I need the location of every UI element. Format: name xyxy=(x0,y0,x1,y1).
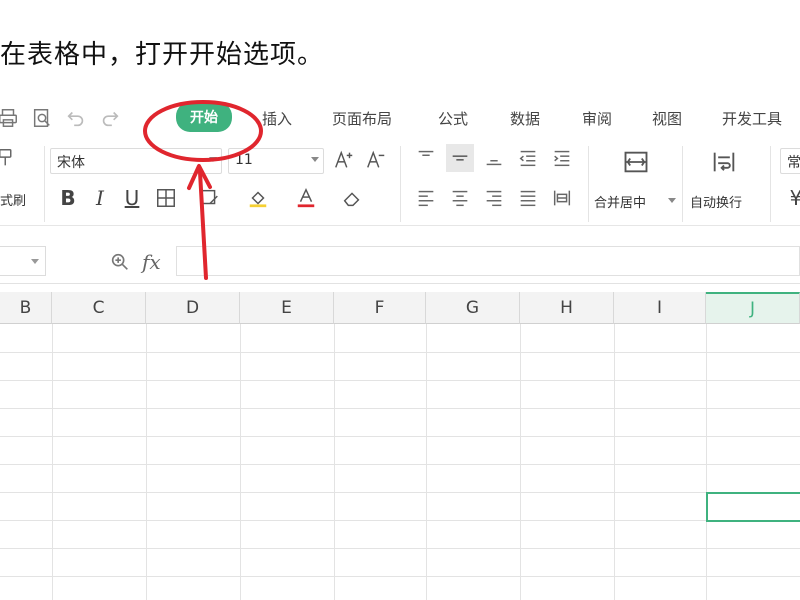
column-header-D[interactable]: D xyxy=(146,292,240,324)
bold-button[interactable]: B xyxy=(54,184,82,212)
number-format-value: 常 xyxy=(787,155,800,171)
ribbon-separator xyxy=(770,146,771,222)
column-header-G[interactable]: G xyxy=(426,292,520,324)
tab-formulas[interactable]: 公式 xyxy=(438,108,468,129)
selected-cell[interactable] xyxy=(706,492,800,522)
tab-view[interactable]: 视图 xyxy=(652,108,682,129)
merge-center-button[interactable]: 合并居中 xyxy=(594,192,646,211)
currency-button[interactable]: ¥ xyxy=(782,184,800,212)
font-name-value: 宋体 xyxy=(57,155,85,171)
align-middle-icon[interactable] xyxy=(446,144,474,172)
font-color-icon[interactable] xyxy=(292,184,320,212)
grid-line xyxy=(0,408,800,409)
grid-line xyxy=(426,324,427,600)
align-center-icon[interactable] xyxy=(446,184,474,212)
redo-icon[interactable] xyxy=(98,106,122,130)
font-size-select[interactable]: 11 xyxy=(228,148,324,174)
print-preview-icon[interactable] xyxy=(30,106,54,130)
number-format-select[interactable]: 常 xyxy=(780,148,800,174)
tab-insert[interactable]: 插入 xyxy=(262,108,292,129)
column-header-J[interactable]: J xyxy=(706,292,800,324)
grid-line xyxy=(146,324,147,600)
grid-line xyxy=(0,576,800,577)
format-painter-label: 式刷 xyxy=(0,194,27,209)
grid-line xyxy=(240,324,241,600)
column-header-F[interactable]: F xyxy=(334,292,426,324)
grid-line xyxy=(0,464,800,465)
instruction-caption: 在表格中，打开开始选项。 xyxy=(0,40,325,70)
fill-color-icon[interactable] xyxy=(244,184,272,212)
ribbon-separator xyxy=(588,146,589,222)
column-header-I[interactable]: I xyxy=(614,292,706,324)
font-size-value: 11 xyxy=(235,152,253,168)
decrease-indent-icon[interactable] xyxy=(514,144,542,172)
spreadsheet-grid[interactable]: B C D E F G H I J xyxy=(0,292,800,600)
tab-data[interactable]: 数据 xyxy=(510,108,540,129)
ribbon-home: 式刷 宋体 11 B I U 合并居中 自动换行 常 ¥ xyxy=(0,140,800,226)
grid-line xyxy=(0,548,800,549)
grid-line xyxy=(0,520,800,521)
grid-line xyxy=(706,324,707,600)
justify-icon[interactable] xyxy=(514,184,542,212)
grid-line xyxy=(0,436,800,437)
column-header-B[interactable]: B xyxy=(0,292,52,324)
ribbon-separator xyxy=(44,146,45,222)
column-header-E[interactable]: E xyxy=(240,292,334,324)
chevron-down-icon xyxy=(311,157,319,162)
align-right-icon[interactable] xyxy=(480,184,508,212)
zoom-search-icon[interactable] xyxy=(106,248,134,276)
insert-function-button[interactable]: fx xyxy=(142,250,161,274)
align-bottom-icon[interactable] xyxy=(480,144,508,172)
underline-button[interactable]: U xyxy=(118,184,146,212)
wrap-text-button[interactable]: 自动换行 xyxy=(690,192,742,211)
grid-line xyxy=(0,380,800,381)
grid-line xyxy=(614,324,615,600)
ribbon-separator xyxy=(400,146,401,222)
decrease-font-button[interactable] xyxy=(362,146,390,174)
tab-review[interactable]: 审阅 xyxy=(582,108,612,129)
chevron-down-icon[interactable] xyxy=(668,198,676,203)
distributed-align-icon[interactable] xyxy=(548,184,576,212)
chevron-down-icon xyxy=(31,259,39,264)
column-header-C[interactable]: C xyxy=(52,292,146,324)
align-left-icon[interactable] xyxy=(412,184,440,212)
borders-icon[interactable] xyxy=(152,184,180,212)
increase-indent-icon[interactable] xyxy=(548,144,576,172)
grid-line xyxy=(520,324,521,600)
undo-icon[interactable] xyxy=(64,106,88,130)
grid-line xyxy=(0,492,800,493)
formula-input[interactable] xyxy=(176,246,800,276)
grid-line xyxy=(52,324,53,600)
align-top-icon[interactable] xyxy=(412,144,440,172)
tab-developer[interactable]: 开发工具 xyxy=(722,108,782,129)
grid-line xyxy=(334,324,335,600)
italic-button[interactable]: I xyxy=(86,184,114,212)
format-painter-icon[interactable] xyxy=(0,144,22,172)
tab-page-layout[interactable]: 页面布局 xyxy=(332,108,392,129)
menu-bar: 开始 插入 页面布局 公式 数据 审阅 视图 开发工具 xyxy=(0,96,800,140)
formula-bar: fx xyxy=(0,240,800,284)
cell-style-icon[interactable] xyxy=(196,184,224,212)
printer-icon[interactable] xyxy=(0,106,20,130)
column-header-H[interactable]: H xyxy=(520,292,614,324)
increase-font-button[interactable] xyxy=(330,146,358,174)
tab-home[interactable]: 开始 xyxy=(176,102,232,132)
merge-center-icon[interactable] xyxy=(618,146,654,178)
name-box[interactable] xyxy=(0,246,46,276)
chevron-down-icon xyxy=(209,157,217,162)
wrap-text-icon[interactable] xyxy=(706,146,742,178)
grid-line xyxy=(0,352,800,353)
clear-format-icon[interactable] xyxy=(338,184,366,212)
ribbon-separator xyxy=(682,146,683,222)
font-name-select[interactable]: 宋体 xyxy=(50,148,222,174)
